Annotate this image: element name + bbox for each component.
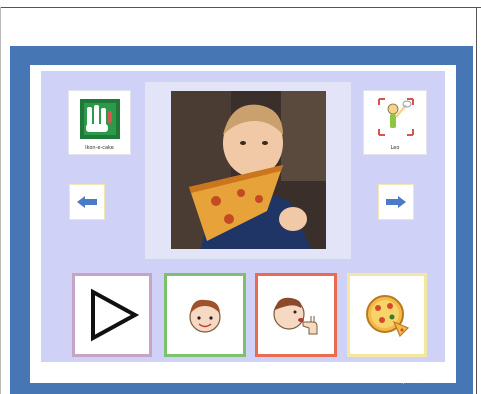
symbol-button-left-label: Ikon-e-cake <box>85 145 114 151</box>
symbol-tile-play[interactable] <box>72 273 152 357</box>
window-top-border <box>0 7 481 8</box>
photo-credit: Foto: www.flickr.com/photos/boston <box>354 380 435 385</box>
next-button[interactable] <box>378 184 414 220</box>
symbol-button-right-label: Leo <box>390 145 400 151</box>
look-icon <box>378 98 414 136</box>
prev-button[interactable] <box>69 184 105 220</box>
symbol-button-right[interactable]: Leo <box>363 90 427 155</box>
boy-eating-pizza-photo <box>171 91 326 249</box>
window-left-border <box>0 7 1 394</box>
symbol-button-left[interactable]: Ikon-e-cake <box>68 90 131 155</box>
photo-frame <box>145 82 351 259</box>
board-panel: Ikon-e-cake Leo <box>41 71 445 362</box>
symbol-tile-pizza[interactable] <box>347 273 427 357</box>
pizza-icon <box>366 295 410 338</box>
symbol-tile-boy[interactable] <box>164 273 246 357</box>
board-inner: Ikon-e-cake Leo <box>30 65 456 383</box>
eating-icon <box>273 297 318 335</box>
board-frame: Ikon-e-cake Leo Foto: www.flickr.com/pho… <box>10 46 473 394</box>
arrow-left-icon <box>77 196 97 208</box>
boy-face-icon <box>189 299 221 333</box>
symbol-tile-eat[interactable] <box>255 273 337 357</box>
stop-hand-icon <box>80 99 120 139</box>
arrow-right-icon <box>386 196 406 208</box>
window-right-border <box>476 7 477 394</box>
play-triangle-icon <box>91 288 140 342</box>
